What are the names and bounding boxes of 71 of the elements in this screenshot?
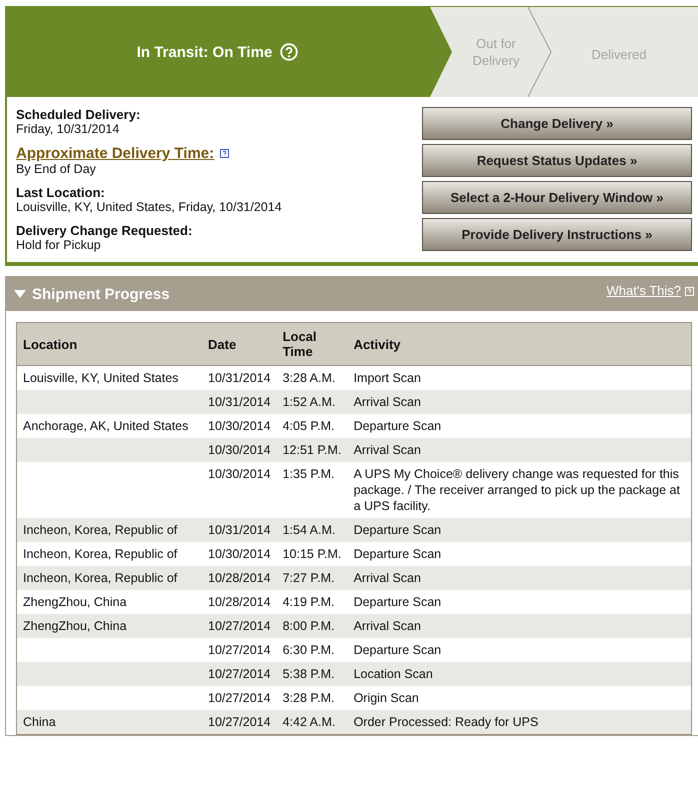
table-cell: 1:52 A.M. <box>276 390 348 414</box>
table-cell: 10/31/2014 <box>202 390 277 414</box>
table-cell: 10/27/2014 <box>202 638 277 662</box>
table-cell: 5:38 P.M. <box>276 662 348 686</box>
detail-label: Scheduled Delivery: <box>16 107 142 122</box>
table-cell: 10/30/2014 <box>202 542 277 566</box>
table-cell: China <box>16 710 202 734</box>
section-title: Shipment Progress <box>32 286 170 302</box>
table-cell: 6:30 P.M. <box>276 638 348 662</box>
table-cell: 10/27/2014 <box>202 614 277 638</box>
detail-value: Louisville, KY, United States, Friday, 10/31/2014 <box>16 200 282 214</box>
action-button[interactable]: Provide Delivery Instructions » <box>422 218 692 251</box>
table-cell: Arrival Scan <box>348 390 692 414</box>
table-cell: Departure Scan <box>348 638 692 662</box>
table-cell: Departure Scan <box>348 414 692 438</box>
table-cell: 10/30/2014 <box>202 438 277 462</box>
table-cell: 10/31/2014 <box>202 366 277 390</box>
table-cell: Incheon, Korea, Republic of <box>16 566 202 590</box>
table-cell: Arrival Scan <box>348 438 692 462</box>
table-cell: 1:54 A.M. <box>276 518 348 542</box>
table-cell: 4:42 A.M. <box>276 710 348 734</box>
table-cell: 10/30/2014 <box>202 462 277 518</box>
table-cell: Incheon, Korea, Republic of <box>16 518 202 542</box>
table-cell: Location Scan <box>348 662 692 686</box>
detail-value: Hold for Pickup <box>16 238 102 252</box>
table-cell: 10/28/2014 <box>202 566 277 590</box>
detail-value: Friday, 10/31/2014 <box>16 122 120 136</box>
table-cell: ZhengZhou, China <box>16 614 202 638</box>
table-cell: Incheon, Korea, Republic of <box>16 542 202 566</box>
table-cell: Import Scan <box>348 366 692 390</box>
table-cell: 10/27/2014 <box>202 662 277 686</box>
table-cell: Origin Scan <box>348 686 692 710</box>
table-cell: ZhengZhou, China <box>16 590 202 614</box>
table-cell: Arrival Scan <box>348 566 692 590</box>
table-cell: 10/27/2014 <box>202 686 277 710</box>
table-cell: Departure Scan <box>348 518 692 542</box>
table-cell: 10/27/2014 <box>202 710 277 734</box>
action-button[interactable]: Request Status Updates » <box>422 144 692 177</box>
help-icon[interactable] <box>220 149 230 158</box>
table-cell: 10/31/2014 <box>202 518 277 542</box>
progress-step: Delivered <box>540 7 698 97</box>
column-header: Activity <box>348 322 692 366</box>
table-cell: 12:51 P.M. <box>276 438 348 462</box>
action-button[interactable]: Change Delivery » <box>422 107 692 140</box>
table-cell: 10:15 P.M. <box>276 542 348 566</box>
detail-label: Last Location: <box>16 185 106 200</box>
column-header: Local Time <box>276 322 348 366</box>
table-cell: 3:28 P.M. <box>276 686 348 710</box>
table-cell: 7:27 P.M. <box>276 566 348 590</box>
approximate-time-link[interactable]: Approximate Delivery Time: <box>16 145 214 162</box>
collapse-triangle-icon[interactable] <box>14 290 26 298</box>
table-cell: 1:35 P.M. <box>276 462 348 518</box>
table-cell: Departure Scan <box>348 542 692 566</box>
column-header: Location <box>16 322 202 366</box>
table-cell: Louisville, KY, United States <box>16 366 202 390</box>
table-cell: 4:19 P.M. <box>276 590 348 614</box>
table-cell: 3:28 A.M. <box>276 366 348 390</box>
detail-label: Delivery Change Requested: <box>16 223 194 238</box>
table-cell: 4:05 P.M. <box>276 414 348 438</box>
table-cell: 8:00 P.M. <box>276 614 348 638</box>
action-button[interactable]: Select a 2-Hour Delivery Window » <box>422 181 692 214</box>
table-cell: Departure Scan <box>348 590 692 614</box>
column-header: Date <box>202 322 277 366</box>
progress-step: In Transit: On Time <box>5 7 452 97</box>
table-cell: 10/30/2014 <box>202 414 277 438</box>
table-cell: Order Processed: Ready for UPS <box>348 710 692 734</box>
table-cell: Anchorage, AK, United States <box>16 414 202 438</box>
detail-value: By End of Day <box>16 162 97 176</box>
table-cell: Arrival Scan <box>348 614 692 638</box>
table-cell: A UPS My Choice® delivery change was requested for this package. / The receiver arranged to pick up the package at a UPS facility. <box>348 462 692 518</box>
table-cell: 10/28/2014 <box>202 590 277 614</box>
